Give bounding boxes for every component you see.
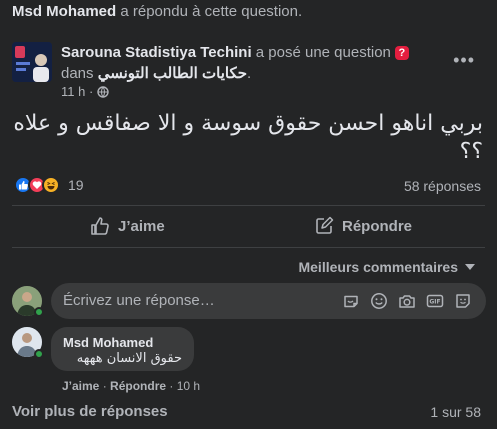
- reaction-count: 19: [68, 177, 84, 193]
- comment-sort-dropdown[interactable]: Meilleurs commentaires: [298, 259, 475, 275]
- haha-reaction-icon: [42, 176, 60, 194]
- more-options-button[interactable]: •••: [453, 50, 475, 71]
- comment-like-link[interactable]: J’aime: [62, 379, 99, 393]
- divider: [12, 205, 485, 206]
- post-time-separator: ·: [88, 84, 94, 99]
- reactions-summary[interactable]: 19: [14, 175, 84, 195]
- privacy-icon: [97, 86, 109, 101]
- reply-composer[interactable]: GIF: [51, 283, 486, 319]
- avatar-sticker-icon[interactable]: [453, 291, 473, 311]
- post-meta: 11 h ·: [61, 84, 109, 101]
- comment-separator: ·: [169, 379, 174, 393]
- post-header: Sarouna Stadistiya Techini a posé une qu…: [61, 44, 409, 61]
- reply-pager: 1 sur 58: [430, 404, 481, 420]
- like-button[interactable]: J’aime: [90, 216, 165, 236]
- post-in-word: dans: [61, 65, 94, 82]
- divider: [12, 247, 485, 248]
- activity-text: a répondu à cette question.: [120, 3, 303, 20]
- comment-separator: ·: [102, 379, 107, 393]
- comment-author-link[interactable]: Msd Mohamed: [63, 335, 153, 350]
- comment-sort-label: Meilleurs commentaires: [298, 259, 458, 275]
- camera-icon[interactable]: [397, 291, 417, 311]
- post-author-link[interactable]: Sarouna Stadistiya Techini: [61, 44, 252, 61]
- emoji-icon[interactable]: [369, 291, 389, 311]
- post-group-link[interactable]: حكايات الطالب التونسي: [98, 65, 247, 82]
- post-group-line: dans حكايات الطالب التونسي.: [61, 64, 251, 82]
- thumbs-up-icon: [90, 216, 110, 236]
- post-text: بربي اناهو احسن حقوق سوسة و الا صفاقس و …: [13, 111, 483, 164]
- comment-reply-link[interactable]: Répondre: [110, 379, 166, 393]
- like-button-label: J’aime: [118, 217, 165, 235]
- post-time-link[interactable]: 11 h: [61, 84, 85, 99]
- sticker-icon[interactable]: [341, 291, 361, 311]
- question-badge-icon: ?: [394, 46, 409, 60]
- answers-count-link[interactable]: 58 réponses: [404, 178, 481, 194]
- online-status-dot: [34, 349, 44, 359]
- caret-down-icon: [465, 264, 475, 270]
- svg-text:GIF: GIF: [429, 299, 440, 306]
- post-group-suffix: .: [247, 65, 252, 82]
- comment-actions: J’aime · Répondre · 10 h: [62, 379, 200, 393]
- comment-bubble: Msd Mohamed حقوق الانسان هههه: [51, 327, 194, 371]
- reply-edit-icon: [314, 216, 334, 236]
- page-avatar[interactable]: [12, 42, 52, 82]
- reply-button[interactable]: Répondre: [314, 216, 412, 236]
- reply-button-label: Répondre: [342, 217, 413, 235]
- gif-icon[interactable]: GIF: [425, 291, 445, 311]
- online-status-dot: [34, 307, 44, 317]
- comment-time-link[interactable]: 10 h: [177, 379, 200, 393]
- reply-input[interactable]: [63, 292, 333, 309]
- activity-line: Msd Mohamed a répondu à cette question.: [12, 3, 302, 20]
- post-action-text: a posé une question: [255, 44, 391, 61]
- see-more-replies-link[interactable]: Voir plus de réponses: [12, 403, 168, 420]
- comment-text: حقوق الانسان هههه: [76, 351, 182, 366]
- activity-actor-link[interactable]: Msd Mohamed: [12, 3, 116, 20]
